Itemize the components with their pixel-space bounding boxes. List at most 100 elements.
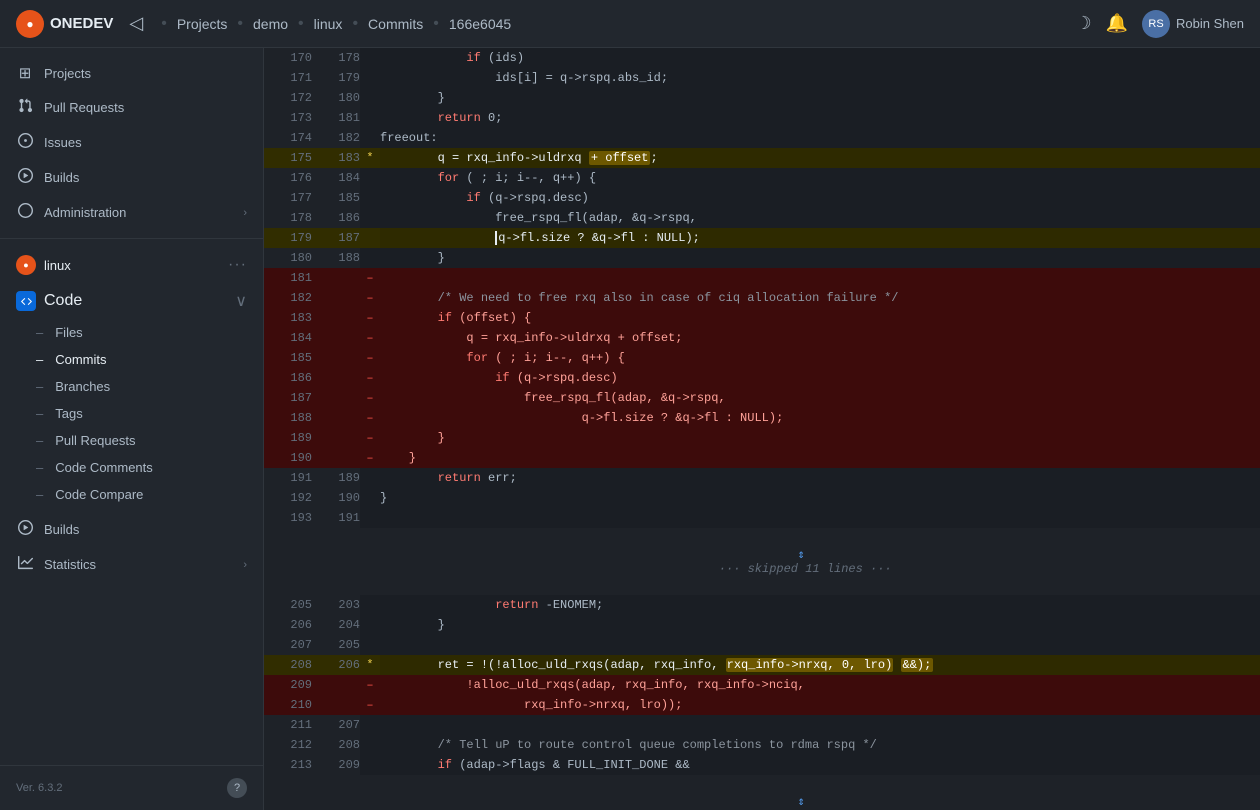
line-marker: * [360, 655, 380, 675]
chevron-down-icon: ∨ [235, 291, 247, 311]
table-row: 206 204 } [264, 615, 1260, 635]
line-marker: – [360, 288, 380, 308]
table-row: 181 – [264, 268, 1260, 288]
chevron-right-icon: › [243, 559, 247, 571]
sidebar-item-administration[interactable]: Administration › [0, 195, 263, 230]
user-menu[interactable]: RS Robin Shen [1142, 10, 1244, 38]
breadcrumb-projects[interactable]: Projects [177, 16, 228, 32]
code-label: Code [44, 292, 82, 310]
sidebar-item-pull-requests-code[interactable]: – Pull Requests [0, 427, 263, 454]
line-marker: – [360, 428, 380, 448]
line-num-old: 186 [264, 368, 312, 388]
line-num-new [312, 368, 360, 388]
line-num-old: 184 [264, 328, 312, 348]
line-num-old: 211 [264, 715, 312, 735]
line-marker: – [360, 695, 380, 715]
line-marker [360, 615, 380, 635]
line-code: return -ENOMEM; [380, 595, 1260, 615]
line-num-old: 178 [264, 208, 312, 228]
sidebar-item-tags[interactable]: – Tags [0, 400, 263, 427]
dash-icon: – [36, 433, 43, 448]
line-num-old: 177 [264, 188, 312, 208]
administration-icon [16, 203, 34, 222]
table-row: 210 – rxq_info->nrxq, lro)); [264, 695, 1260, 715]
breadcrumb-sep-3: • [298, 15, 304, 33]
line-num-new: 205 [312, 635, 360, 655]
sidebar-item-code-comments[interactable]: – Code Comments [0, 454, 263, 481]
hunk-expand-row[interactable]: ⇕ ··· skipped 11 lines ··· [264, 528, 1260, 595]
table-row: 191 189 return err; [264, 468, 1260, 488]
line-marker [360, 715, 380, 735]
line-num-new: 189 [312, 468, 360, 488]
line-code [380, 508, 1260, 528]
line-num-old: 171 [264, 68, 312, 88]
line-marker [360, 208, 380, 228]
notifications-button[interactable]: 🔔 [1106, 13, 1128, 34]
line-num-old: 183 [264, 308, 312, 328]
table-row: 174 182 freeout: [264, 128, 1260, 148]
projects-icon: ⊞ [16, 64, 34, 82]
line-num-new: 191 [312, 508, 360, 528]
sidebar-item-builds[interactable]: Builds [0, 160, 263, 195]
sidebar-item-label: Code Compare [55, 487, 143, 502]
line-num-old: 175 [264, 148, 312, 168]
line-num-new [312, 388, 360, 408]
sidebar-item-projects[interactable]: ⊞ Projects [0, 56, 263, 90]
line-num-old: 210 [264, 695, 312, 715]
repo-menu-icon[interactable]: ··· [228, 256, 247, 274]
line-code: q = rxq_info->uldrxq + offset; [380, 148, 1260, 168]
sidebar-item-label: Builds [44, 170, 79, 185]
line-num-new [312, 308, 360, 328]
line-num-old: 179 [264, 228, 312, 248]
line-marker [360, 468, 380, 488]
topnav: ● ONEDEV ◁ • Projects • demo • linux • C… [0, 0, 1260, 48]
table-row: 212 208 /* Tell uP to route control queu… [264, 735, 1260, 755]
repo-header[interactable]: ● linux ··· [0, 247, 263, 283]
sidebar-item-builds-bottom[interactable]: Builds [0, 512, 263, 547]
breadcrumb-linux[interactable]: linux [314, 16, 343, 32]
line-num-old: 192 [264, 488, 312, 508]
theme-toggle-button[interactable]: ☽ [1075, 13, 1091, 34]
table-row: 208 206 * ret = !(!alloc_uld_rxqs(adap, … [264, 655, 1260, 675]
line-code [380, 635, 1260, 655]
sidebar-item-code-compare[interactable]: – Code Compare [0, 481, 263, 508]
line-code: if (offset) { [380, 308, 1260, 328]
line-num-old: 170 [264, 48, 312, 68]
table-row: 173 181 return 0; [264, 108, 1260, 128]
line-num-new [312, 348, 360, 368]
line-marker [360, 128, 380, 148]
builds-bottom-icon [16, 520, 34, 539]
line-num-new [312, 428, 360, 448]
sidebar-item-pull-requests[interactable]: Pull Requests [0, 90, 263, 125]
table-row: 176 184 for ( ; i; i--, q++) { [264, 168, 1260, 188]
line-code: } [380, 248, 1260, 268]
line-num-old: 208 [264, 655, 312, 675]
breadcrumb-commit-hash[interactable]: 166e6045 [449, 16, 511, 32]
line-num-new: 207 [312, 715, 360, 735]
sidebar-item-commits[interactable]: – Commits [0, 346, 263, 373]
hunk-expand-row-bottom[interactable]: ⇕ ··· skipped 484 lines ··· [264, 775, 1260, 810]
help-button[interactable]: ? [227, 778, 247, 798]
app-logo[interactable]: ● ONEDEV [16, 10, 113, 38]
breadcrumb-demo[interactable]: demo [253, 16, 288, 32]
expand-icon-bottom[interactable]: ⇕ [798, 795, 805, 809]
sidebar-item-issues[interactable]: Issues [0, 125, 263, 160]
breadcrumb-commits[interactable]: Commits [368, 16, 423, 32]
code-icon [16, 291, 36, 311]
line-code: } [380, 428, 1260, 448]
expand-icon[interactable]: ⇕ [798, 548, 805, 562]
sidebar-item-branches[interactable]: – Branches [0, 373, 263, 400]
sidebar-item-files[interactable]: – Files [0, 319, 263, 346]
line-num-new [312, 328, 360, 348]
builds-icon [16, 168, 34, 187]
sidebar-item-label: Pull Requests [55, 433, 135, 448]
line-marker [360, 228, 380, 248]
global-nav: ⊞ Projects Pull Requests Issu [0, 48, 263, 238]
code-section-header[interactable]: Code ∨ [0, 283, 263, 319]
sidebar-item-label: Issues [44, 135, 82, 150]
sidebar-item-statistics[interactable]: Statistics › [0, 547, 263, 582]
sidebar-collapse-button[interactable]: ◁ [121, 9, 151, 38]
sidebar-item-label: Projects [44, 66, 91, 81]
line-num-old: 207 [264, 635, 312, 655]
dash-icon: – [36, 406, 43, 421]
